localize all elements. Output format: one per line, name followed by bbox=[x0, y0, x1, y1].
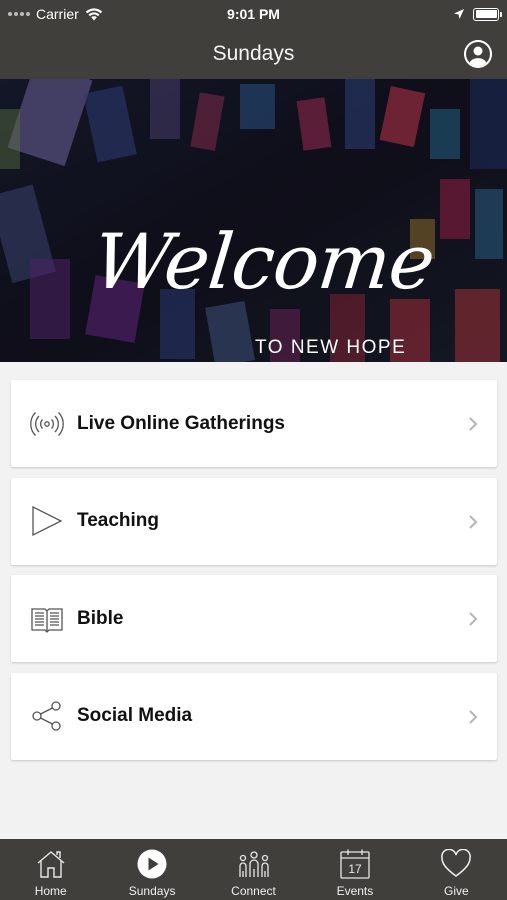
hero-subtitle: TO NEW HOPE bbox=[255, 337, 407, 358]
chevron-right-icon bbox=[469, 709, 478, 724]
heart-icon bbox=[439, 848, 473, 880]
share-icon bbox=[30, 699, 64, 733]
tab-connect[interactable]: Connect bbox=[203, 839, 304, 900]
menu-item-bible[interactable]: Bible bbox=[11, 575, 497, 662]
chevron-right-icon bbox=[469, 417, 478, 431]
chevron-right-icon bbox=[469, 612, 478, 626]
status-bar: Carrier 9:01 PM bbox=[0, 0, 507, 28]
hero-banner: Welcome TO NEW HOPE bbox=[0, 79, 507, 362]
tab-label: Home bbox=[34, 884, 67, 898]
broadcast-icon bbox=[30, 407, 64, 441]
battery-icon bbox=[473, 7, 502, 21]
tab-label: Give bbox=[443, 884, 469, 898]
person-icon bbox=[464, 40, 492, 68]
tab-home[interactable]: Home bbox=[0, 839, 101, 900]
menu-list: Live Online Gatherings Teaching Bible So… bbox=[11, 380, 497, 770]
tab-give[interactable]: Give bbox=[406, 839, 507, 900]
tab-label: Sundays bbox=[128, 884, 176, 898]
tab-events[interactable]: 17 Events bbox=[304, 839, 405, 900]
menu-item-live-online-gatherings[interactable]: Live Online Gatherings bbox=[11, 380, 497, 467]
hero-headline: Welcome bbox=[89, 217, 439, 306]
page-title: Sundays bbox=[212, 41, 295, 65]
play-circle-icon bbox=[135, 848, 169, 880]
menu-item-label: Social Media bbox=[77, 705, 193, 726]
tab-bar: Home Sundays Connect 17 Events Give bbox=[0, 839, 507, 900]
status-left: Carrier bbox=[8, 6, 103, 22]
tab-sundays[interactable]: Sundays bbox=[101, 839, 202, 900]
play-outline-icon bbox=[30, 504, 64, 538]
status-right bbox=[453, 7, 502, 21]
menu-item-label: Bible bbox=[77, 607, 124, 629]
menu-item-teaching[interactable]: Teaching bbox=[11, 477, 497, 565]
profile-button[interactable] bbox=[464, 40, 492, 68]
people-icon bbox=[237, 848, 271, 880]
signal-icon bbox=[8, 12, 30, 16]
tab-label: Events bbox=[336, 884, 374, 898]
home-icon bbox=[34, 848, 68, 880]
tab-label: Connect bbox=[231, 884, 276, 898]
menu-item-label: Teaching bbox=[77, 510, 159, 531]
calendar-day: 17 bbox=[348, 862, 362, 876]
location-arrow-icon bbox=[454, 9, 464, 19]
wifi-icon bbox=[85, 7, 102, 20]
carrier-label: Carrier bbox=[36, 6, 79, 22]
navigation-bar: Sundays bbox=[0, 28, 507, 79]
menu-item-social-media[interactable]: Social Media bbox=[11, 672, 497, 760]
chevron-right-icon bbox=[469, 514, 478, 529]
menu-item-label: Live Online Gatherings bbox=[77, 412, 285, 434]
calendar-icon: 17 bbox=[338, 848, 372, 880]
book-icon bbox=[30, 602, 64, 636]
